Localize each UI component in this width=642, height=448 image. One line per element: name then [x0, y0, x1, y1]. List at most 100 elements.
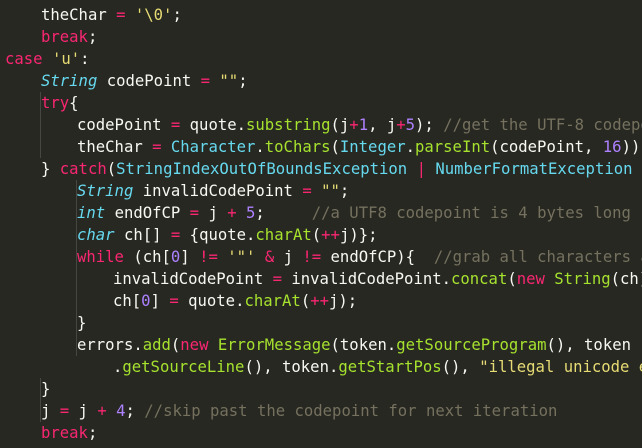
code-token: ;	[87, 28, 98, 46]
code-token: =	[116, 6, 126, 24]
code-token: j	[199, 204, 228, 222]
code-token: ""	[219, 72, 239, 90]
code-token: ""	[321, 182, 340, 200]
code-line: theChar = Character.toChars(Integer.pars…	[77, 136, 642, 158]
code-line: try{	[41, 92, 79, 114]
code-token: toChars	[264, 138, 331, 156]
code-token: //grab all characters after	[433, 248, 642, 266]
code-token: ;	[125, 402, 145, 420]
code-token: );	[415, 116, 444, 134]
code-token: break	[41, 28, 88, 46]
code-token: +	[349, 116, 359, 134]
code-token: ch[	[113, 292, 142, 310]
code-token: j	[41, 402, 60, 420]
code-token: invalidCodePoint	[142, 182, 293, 200]
code-token: =	[200, 72, 211, 90]
code-token: .	[255, 138, 265, 156]
code-token: =	[302, 182, 312, 200]
code-token: (ch)); /	[610, 270, 642, 288]
code-token: ;	[238, 72, 248, 90]
code-token: ]	[150, 292, 170, 310]
code-token: ;	[255, 204, 312, 222]
code-token: errors	[77, 336, 134, 354]
code-token: new	[180, 336, 209, 354]
code-token: 5	[246, 204, 256, 222]
code-token: '\0'	[134, 6, 173, 24]
code-token: j	[69, 402, 98, 420]
code-token: quote	[199, 226, 247, 244]
code-token: case	[5, 50, 43, 68]
code-token: String	[77, 182, 134, 200]
code-token: catch	[59, 160, 107, 178]
code-token: 0	[141, 292, 151, 310]
code-token: +	[227, 204, 237, 222]
code-token: 16	[602, 138, 622, 156]
code-token: =	[170, 116, 181, 134]
code-token: theChar	[77, 138, 143, 156]
code-token: new	[516, 270, 545, 288]
code-token: .	[133, 336, 143, 354]
code-line: theChar = '\0';	[41, 4, 182, 26]
code-token: NumberFormatException	[435, 160, 633, 178]
code-line: break;	[41, 26, 97, 48]
code-token: j)};	[339, 226, 378, 244]
code-token: {	[69, 94, 79, 112]
code-token: ;	[87, 424, 98, 442]
code-token: int	[77, 204, 106, 222]
code-line: ch[0] = quote.charAt(++j);	[113, 290, 357, 312]
code-token: theChar	[41, 6, 107, 24]
code-editor[interactable]: theChar = '\0'; break; case 'u': String cod…	[0, 0, 642, 448]
code-token: =	[169, 292, 179, 310]
code-token: =	[170, 226, 181, 244]
code-token: .	[386, 336, 397, 354]
code-token: (	[311, 226, 322, 244]
code-token: 'u'	[51, 50, 81, 68]
code-token: parseInt	[415, 138, 491, 156]
code-token: =	[152, 138, 162, 156]
code-token: getStartPos	[338, 358, 442, 376]
code-token: quote	[188, 292, 236, 310]
code-token: .	[328, 358, 339, 376]
code-token: e){	[633, 160, 642, 178]
code-token: &	[264, 248, 275, 266]
code-token: (j	[330, 116, 350, 134]
code-token: substring	[246, 116, 331, 134]
code-line: while (ch[0] != '"' & j != endOfCP){ //g…	[77, 246, 642, 268]
code-line: }	[77, 312, 86, 334]
code-token: (ch[	[123, 248, 171, 266]
code-line: } catch(StringIndexOutOfBoundsException …	[41, 158, 642, 180]
code-token: .	[113, 358, 123, 376]
code-line: invalidCodePoint = invalidCodePoint.conc…	[113, 268, 642, 290]
code-token: getSourceProgram	[396, 336, 547, 354]
code-token: ]	[180, 248, 200, 266]
code-token: , j	[368, 116, 397, 134]
code-token: Character	[170, 138, 256, 156]
code-line: int endOfCP = j + 5; //a UTF8 codepoint …	[77, 202, 631, 224]
code-token: char	[77, 226, 115, 244]
code-token: .	[441, 270, 451, 288]
code-token: 1	[358, 116, 369, 134]
code-token: j	[274, 248, 303, 266]
code-token: +	[396, 116, 406, 134]
code-token: ))[	[621, 138, 642, 156]
code-token: ++	[321, 226, 340, 244]
code-token: }	[41, 160, 60, 178]
code-line: char ch[] = {quote.charAt(++j)};	[77, 224, 378, 246]
